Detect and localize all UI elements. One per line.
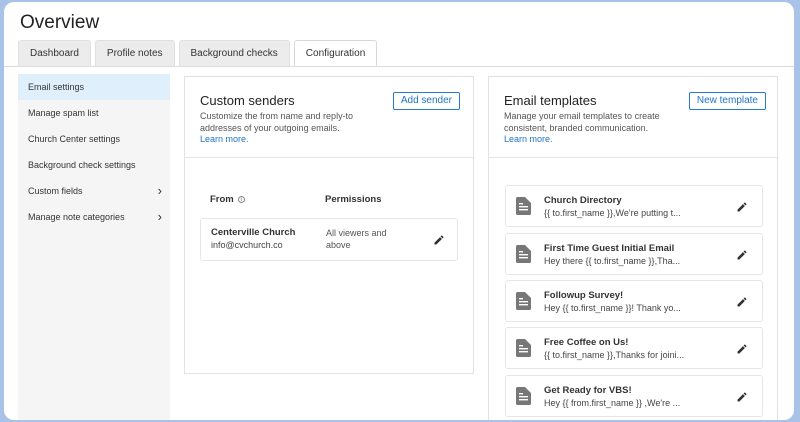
sidebar-item-label: Manage spam list xyxy=(28,108,99,118)
template-card[interactable]: Church Directory {{ to.first_name }},We'… xyxy=(505,185,763,227)
template-preview: Hey {{ from.first_name }} ,We're ... xyxy=(544,398,681,408)
pencil-icon[interactable] xyxy=(736,201,748,213)
learn-more-link[interactable]: Learn more. xyxy=(504,134,704,146)
tab-configuration[interactable]: Configuration xyxy=(293,40,378,67)
pencil-icon[interactable] xyxy=(736,296,748,308)
template-card[interactable]: First Time Guest Initial Email Hey there… xyxy=(505,233,763,275)
document-icon xyxy=(516,245,531,263)
template-name: Free Coffee on Us! xyxy=(544,337,629,348)
pencil-icon[interactable] xyxy=(736,343,748,355)
template-preview: Hey {{ to.first_name }}! Thank yo... xyxy=(544,303,681,313)
pencil-icon[interactable] xyxy=(736,391,748,403)
sender-name: Centerville Church xyxy=(211,227,296,238)
template-name: First Time Guest Initial Email xyxy=(544,243,675,254)
sidebar-item-label: Church Center settings xyxy=(28,134,121,144)
sidebar-item-manage-note-categories[interactable]: Manage note categories › xyxy=(18,204,170,230)
sidebar-item-email-settings[interactable]: Email settings xyxy=(18,74,170,100)
template-preview: Hey there {{ to.first_name }},Tha... xyxy=(544,256,681,266)
description-text: Manage your email templates to create co… xyxy=(504,111,660,133)
sender-row: Centerville Church info@cvchurch.co All … xyxy=(200,218,458,261)
sender-permissions: All viewers and above xyxy=(326,228,387,250)
add-sender-button[interactable]: Add sender xyxy=(392,92,460,110)
sidebar-item-label: Custom fields xyxy=(28,186,83,196)
chevron-right-icon: › xyxy=(157,209,162,224)
sender-email: info@cvchurch.co xyxy=(211,240,283,250)
panel-header: Email templates Manage your email templa… xyxy=(489,77,777,158)
template-name: Followup Survey! xyxy=(544,290,624,301)
template-preview: {{ to.first_name }},Thanks for joini... xyxy=(544,350,685,360)
tab-dashboard[interactable]: Dashboard xyxy=(18,40,91,66)
sidebar-item-label: Manage note categories xyxy=(28,212,125,222)
new-template-button[interactable]: New template xyxy=(688,92,766,110)
page-title: Overview xyxy=(20,12,100,33)
panel-header: Custom senders Customize the from name a… xyxy=(185,77,473,158)
custom-senders-panel: Custom senders Customize the from name a… xyxy=(184,76,474,374)
tab-profile-notes[interactable]: Profile notes xyxy=(94,40,175,66)
sidebar-item-custom-fields[interactable]: Custom fields › xyxy=(18,178,170,204)
document-icon xyxy=(516,292,531,310)
document-icon xyxy=(516,339,531,357)
document-icon xyxy=(516,197,531,215)
panel-description: Manage your email templates to create co… xyxy=(504,111,704,146)
panel-title: Email templates xyxy=(504,93,597,108)
template-name: Church Directory xyxy=(544,195,622,206)
template-card[interactable]: Get Ready for VBS! Hey {{ from.first_nam… xyxy=(505,375,763,417)
tab-divider xyxy=(4,66,794,67)
info-icon[interactable]: i xyxy=(237,196,245,203)
column-header-from: From i xyxy=(210,194,245,205)
template-card[interactable]: Free Coffee on Us! {{ to.first_name }},T… xyxy=(505,327,763,369)
document-icon xyxy=(516,387,531,405)
panel-title: Custom senders xyxy=(200,93,295,108)
email-templates-panel: Email templates Manage your email templa… xyxy=(488,76,778,420)
pencil-icon[interactable] xyxy=(736,249,748,261)
tab-bar: Dashboard Profile notes Background check… xyxy=(18,40,381,67)
panel-description: Customize the from name and reply-to add… xyxy=(200,111,385,146)
template-preview: {{ to.first_name }},We're putting t... xyxy=(544,208,681,218)
settings-sidebar: Email settings Manage spam list Church C… xyxy=(18,74,170,420)
app-window: Overview Dashboard Profile notes Backgro… xyxy=(4,2,794,420)
template-name: Get Ready for VBS! xyxy=(544,385,632,396)
sidebar-item-label: Email settings xyxy=(28,82,85,92)
sidebar-item-background-check-settings[interactable]: Background check settings xyxy=(18,152,170,178)
sidebar-item-church-center-settings[interactable]: Church Center settings xyxy=(18,126,170,152)
sidebar-item-manage-spam-list[interactable]: Manage spam list xyxy=(18,100,170,126)
chevron-right-icon: › xyxy=(157,183,162,198)
pencil-icon[interactable] xyxy=(433,234,445,246)
sidebar-item-label: Background check settings xyxy=(28,160,136,170)
column-header-label: From xyxy=(210,194,234,205)
template-card[interactable]: Followup Survey! Hey {{ to.first_name }}… xyxy=(505,280,763,322)
description-text: Customize the from name and reply-to add… xyxy=(200,111,354,133)
tab-background-checks[interactable]: Background checks xyxy=(178,40,290,66)
column-header-permissions: Permissions xyxy=(325,194,382,205)
learn-more-link[interactable]: Learn more. xyxy=(200,134,385,146)
